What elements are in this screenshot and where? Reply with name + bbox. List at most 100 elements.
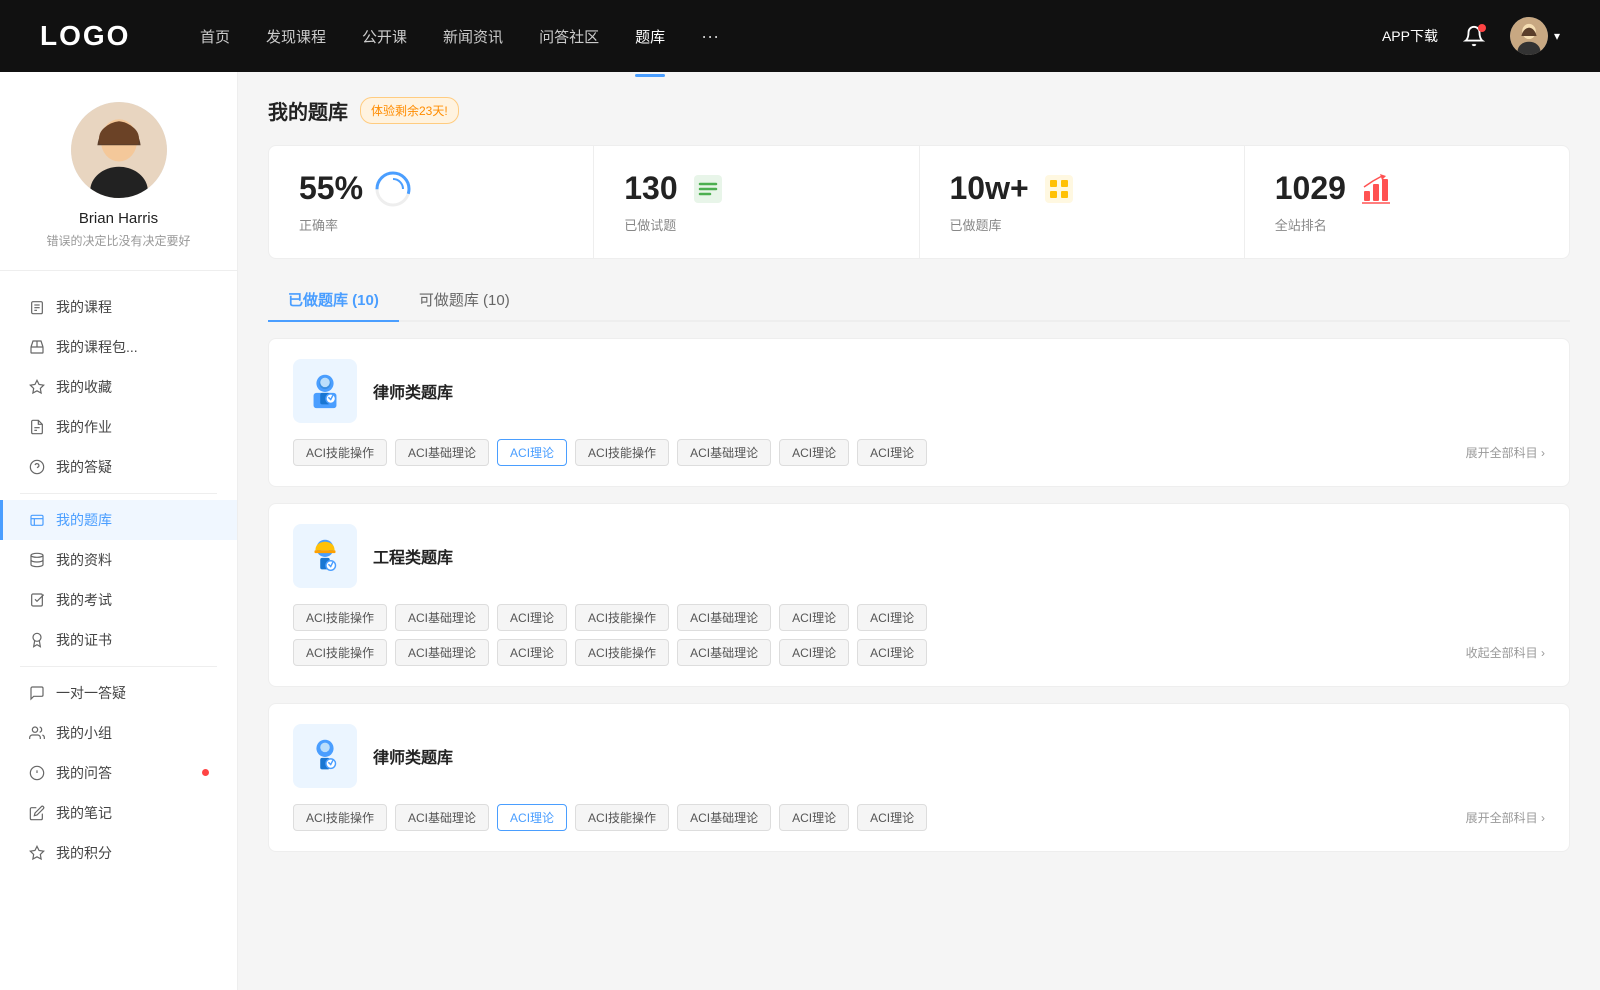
sidebar-item-cert[interactable]: 我的证书 [0,620,237,660]
tag-0-2[interactable]: ACI理论 [497,439,567,466]
stat-rank-top: 1029 [1275,170,1539,207]
tag-1-5[interactable]: ACI理论 [779,604,849,631]
main-nav: 首页 发现课程 公开课 新闻资讯 问答社区 题库 ··· [200,22,1382,51]
score-icon [28,844,46,862]
sidebar-label-bank: 我的题库 [56,510,112,530]
nav-qa[interactable]: 问答社区 [539,22,599,51]
sidebar-label-points: 我的积分 [56,843,112,863]
page-header: 我的题库 体验剩余23天! [268,96,1570,125]
tag-1-ex-3[interactable]: ACI技能操作 [575,639,669,666]
group-icon [28,724,46,742]
tag-1-1[interactable]: ACI基础理论 [395,604,489,631]
tag-1-ex-5[interactable]: ACI理论 [779,639,849,666]
qbank-header-2: 律师类题库 [293,724,1545,788]
sidebar-item-exam[interactable]: 我的考试 [0,580,237,620]
qbank-tags-2: ACI技能操作 ACI基础理论 ACI理论 ACI技能操作 ACI基础理论 AC… [293,804,1466,831]
sidebar-item-notes[interactable]: 我的笔记 [0,793,237,833]
sidebar-label-homework: 我的作业 [56,417,112,437]
bank-icon [28,511,46,529]
cert-icon [28,631,46,649]
tag-0-6[interactable]: ACI理论 [857,439,927,466]
tab-available[interactable]: 可做题库 (10) [399,279,530,320]
tab-done[interactable]: 已做题库 (10) [268,279,399,320]
nav-more[interactable]: ··· [701,26,719,47]
tag-2-5[interactable]: ACI理论 [779,804,849,831]
expand-link-2[interactable]: 展开全部科目 › [1466,809,1545,826]
sidebar-item-package[interactable]: 我的课程包... [0,327,237,367]
notification-bell[interactable] [1458,20,1490,52]
stat-done-questions-label: 已做试题 [624,215,888,234]
sidebar-item-points[interactable]: 我的积分 [0,833,237,873]
engineer-icon [304,535,346,577]
tag-1-3[interactable]: ACI技能操作 [575,604,669,631]
stat-accuracy: 55% 正确率 [269,146,594,258]
sidebar-item-data[interactable]: 我的资料 [0,540,237,580]
qbank-tags-1-row1: ACI技能操作 ACI基础理论 ACI理论 ACI技能操作 ACI基础理论 AC… [293,604,1545,631]
nav-home[interactable]: 首页 [200,22,230,51]
tag-1-ex-6[interactable]: ACI理论 [857,639,927,666]
expand-link-0[interactable]: 展开全部科目 › [1466,444,1545,461]
lawyer-icon [304,370,346,412]
sidebar-item-favorites[interactable]: 我的收藏 [0,367,237,407]
tag-1-ex-1[interactable]: ACI基础理论 [395,639,489,666]
tag-0-0[interactable]: ACI技能操作 [293,439,387,466]
course-icon [28,298,46,316]
tag-2-6[interactable]: ACI理论 [857,804,927,831]
pie-chart-icon [375,171,411,207]
sidebar-item-oneone[interactable]: 一对一答疑 [0,673,237,713]
user-avatar-menu[interactable]: ▾ [1510,17,1560,55]
tag-1-4[interactable]: ACI基础理论 [677,604,771,631]
nav-discover[interactable]: 发现课程 [266,22,326,51]
homework-icon [28,418,46,436]
tag-0-1[interactable]: ACI基础理论 [395,439,489,466]
logo[interactable]: LOGO [40,20,140,52]
sidebar-divider-1 [20,493,217,494]
tag-2-3[interactable]: ACI技能操作 [575,804,669,831]
star-icon [28,378,46,396]
sidebar-item-course[interactable]: 我的课程 [0,287,237,327]
tag-2-4[interactable]: ACI基础理论 [677,804,771,831]
sidebar-item-group[interactable]: 我的小组 [0,713,237,753]
stat-done-questions: 130 已做试题 [594,146,919,258]
sidebar-item-myqa[interactable]: 我的问答 [0,753,237,793]
sidebar-label-exam: 我的考试 [56,590,112,610]
header-right: APP下载 ▾ [1382,17,1560,55]
exam-icon [28,591,46,609]
nav-news[interactable]: 新闻资讯 [443,22,503,51]
tag-0-4[interactable]: ACI基础理论 [677,439,771,466]
sidebar-menu: 我的课程 我的课程包... 我的收藏 我的作业 [0,281,237,879]
app-download-btn[interactable]: APP下载 [1382,26,1438,46]
stat-accuracy-value: 55% [299,170,363,207]
tag-1-ex-2[interactable]: ACI理论 [497,639,567,666]
tag-2-2[interactable]: ACI理论 [497,804,567,831]
grid-icon [1041,171,1077,207]
tag-1-ex-0[interactable]: ACI技能操作 [293,639,387,666]
nav-bank[interactable]: 题库 [635,22,665,51]
nav-open-course[interactable]: 公开课 [362,22,407,51]
qbank-title-1: 工程类题库 [373,544,453,568]
sidebar-label-qa: 我的答疑 [56,457,112,477]
qbank-card-2: 律师类题库 ACI技能操作 ACI基础理论 ACI理论 ACI技能操作 ACI基… [268,703,1570,852]
sidebar-avatar [71,102,167,198]
qbank-title-0: 律师类题库 [373,379,453,403]
collapse-link-1[interactable]: 收起全部科目 › [1466,644,1545,661]
tag-2-0[interactable]: ACI技能操作 [293,804,387,831]
sidebar-label-favorites: 我的收藏 [56,377,112,397]
tag-0-3[interactable]: ACI技能操作 [575,439,669,466]
tag-1-0[interactable]: ACI技能操作 [293,604,387,631]
lawyer-icon-2 [304,735,346,777]
sidebar-item-homework[interactable]: 我的作业 [0,407,237,447]
qbank-title-2: 律师类题库 [373,744,453,768]
tag-1-6[interactable]: ACI理论 [857,604,927,631]
sidebar-item-qa[interactable]: 我的答疑 [0,447,237,487]
note-icon [28,804,46,822]
qbank-header-0: 律师类题库 [293,359,1545,423]
tag-1-ex-4[interactable]: ACI基础理论 [677,639,771,666]
tag-1-2[interactable]: ACI理论 [497,604,567,631]
tag-0-5[interactable]: ACI理论 [779,439,849,466]
qbank-tags-0: ACI技能操作 ACI基础理论 ACI理论 ACI技能操作 ACI基础理论 AC… [293,439,1466,466]
sidebar-item-bank[interactable]: 我的题库 [0,500,237,540]
qbank-card-1: 工程类题库 ACI技能操作 ACI基础理论 ACI理论 ACI技能操作 ACI基… [268,503,1570,687]
tag-2-1[interactable]: ACI基础理论 [395,804,489,831]
trial-badge: 体验剩余23天! [360,97,459,124]
